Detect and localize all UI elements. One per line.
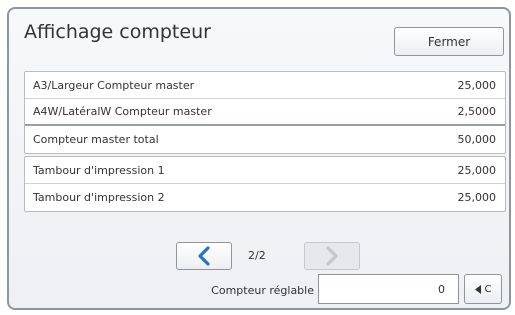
chevron-left-icon xyxy=(198,246,210,266)
counter-row-a4w-master: A4W/LatéralW Compteur master 2,5000 xyxy=(25,99,505,126)
master-counter-group: A3/Largeur Compteur master 25,000 A4W/La… xyxy=(24,71,506,154)
adjustable-counter-field[interactable]: 0 xyxy=(318,274,459,304)
counter-display-screen: Affichage compteur Fermer A3/Largeur Com… xyxy=(2,2,512,313)
counter-label: A4W/LatéralW Compteur master xyxy=(33,105,212,118)
page-indicator: 2/2 xyxy=(248,249,266,262)
chevron-right-icon xyxy=(326,246,338,266)
counter-row-a3-master: A3/Largeur Compteur master 25,000 xyxy=(25,72,505,99)
counter-value: 25,000 xyxy=(457,78,497,92)
page-title: Affichage compteur xyxy=(24,21,211,43)
counter-label: Compteur master total xyxy=(33,133,159,146)
counter-value: 50,000 xyxy=(457,133,497,146)
counter-row-master-total: Compteur master total 50,000 xyxy=(25,126,505,153)
clear-button[interactable]: C xyxy=(464,274,502,304)
counter-value: 25,000 xyxy=(457,163,497,177)
counter-row-drum-1: Tambour d'impression 1 25,000 xyxy=(25,157,505,184)
counter-value: 25,000 xyxy=(457,191,497,204)
previous-page-button[interactable] xyxy=(176,242,232,270)
counter-value: 2,5000 xyxy=(457,105,497,118)
next-page-button[interactable] xyxy=(304,242,360,270)
counter-row-drum-2: Tambour d'impression 2 25,000 xyxy=(25,184,505,211)
counter-label: Tambour d'impression 2 xyxy=(33,191,165,204)
close-button[interactable]: Fermer xyxy=(394,27,504,56)
counter-label: Tambour d'impression 1 xyxy=(33,163,165,177)
triangle-left-icon xyxy=(474,284,481,294)
clear-label: C xyxy=(484,283,492,295)
drum-counter-group: Tambour d'impression 1 25,000 Tambour d'… xyxy=(24,156,506,212)
adjustable-counter-label: Compteur réglable xyxy=(211,284,314,297)
counter-label: A3/Largeur Compteur master xyxy=(33,78,195,92)
